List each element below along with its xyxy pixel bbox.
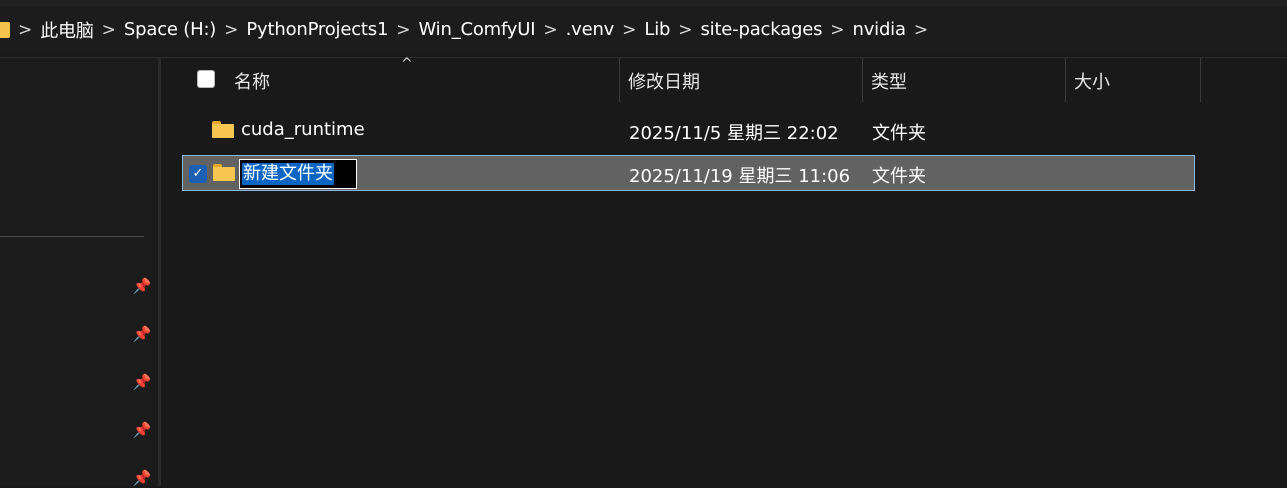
pin-icon[interactable]: 📌: [132, 468, 152, 488]
select-all-checkbox[interactable]: [197, 70, 215, 88]
pane-resize-handle[interactable]: [158, 58, 161, 486]
pin-icon[interactable]: 📌: [132, 420, 152, 440]
breadcrumb-item-drive[interactable]: Space (H:): [124, 19, 216, 40]
row-checkbox-checked[interactable]: ✓: [189, 165, 207, 183]
column-header-row: ^ 名称 修改日期 类型 大小: [161, 56, 1287, 102]
column-header-modified[interactable]: 修改日期: [628, 68, 700, 94]
column-divider[interactable]: [862, 58, 863, 102]
breadcrumb-item-nvidia[interactable]: nvidia: [853, 19, 907, 40]
column-header-name[interactable]: 名称: [234, 68, 270, 94]
pin-icon[interactable]: 📌: [132, 372, 152, 392]
file-modified: 2025/11/5 星期三 22:02: [629, 123, 839, 144]
column-divider[interactable]: [1065, 58, 1066, 102]
chevron-right-icon[interactable]: >: [830, 20, 844, 40]
chevron-right-icon[interactable]: >: [914, 20, 928, 40]
chevron-right-icon[interactable]: >: [543, 20, 557, 40]
chevron-right-icon[interactable]: >: [678, 20, 692, 40]
file-row-selected[interactable]: ✓ 新建文件夹 2025/11/19 星期三 11:06 文件夹: [182, 155, 1195, 191]
file-type: 文件夹: [872, 166, 926, 187]
breadcrumb-item-lib[interactable]: Lib: [644, 19, 670, 40]
file-row[interactable]: cuda_runtime 2025/11/5 星期三 22:02 文件夹: [182, 112, 1195, 148]
chevron-right-icon[interactable]: >: [18, 20, 32, 40]
pin-icon[interactable]: 📌: [132, 324, 152, 344]
folder-icon: [212, 121, 234, 138]
rename-selected-text[interactable]: 新建文件夹: [242, 163, 334, 185]
breadcrumb: > 此电脑 > Space (H:) > PythonProjects1 > W…: [0, 6, 1287, 53]
file-type: 文件夹: [872, 123, 926, 144]
column-header-type[interactable]: 类型: [871, 68, 907, 94]
folder-icon: [0, 21, 10, 38]
breadcrumb-item-win-comfyui[interactable]: Win_ComfyUI: [418, 19, 535, 40]
column-header-size[interactable]: 大小: [1074, 68, 1110, 94]
breadcrumb-item-venv[interactable]: .venv: [566, 19, 615, 40]
rename-input[interactable]: 新建文件夹: [239, 159, 357, 189]
chevron-right-icon[interactable]: >: [224, 20, 238, 40]
folder-icon: [213, 164, 235, 181]
chevron-right-icon[interactable]: >: [396, 20, 410, 40]
file-name[interactable]: cuda_runtime: [241, 119, 365, 140]
breadcrumb-item-pythonprojects1[interactable]: PythonProjects1: [246, 19, 388, 40]
chevron-right-icon[interactable]: >: [102, 20, 116, 40]
breadcrumb-item-site-packages[interactable]: site-packages: [700, 19, 822, 40]
divider: [0, 236, 144, 237]
sort-ascending-icon: ^: [401, 56, 413, 72]
chevron-right-icon[interactable]: >: [622, 20, 636, 40]
pin-icon[interactable]: 📌: [132, 276, 152, 296]
column-divider[interactable]: [1200, 58, 1201, 102]
breadcrumb-item-this-pc[interactable]: 此电脑: [40, 17, 94, 43]
column-divider[interactable]: [619, 58, 620, 102]
file-modified: 2025/11/19 星期三 11:06: [629, 166, 851, 187]
